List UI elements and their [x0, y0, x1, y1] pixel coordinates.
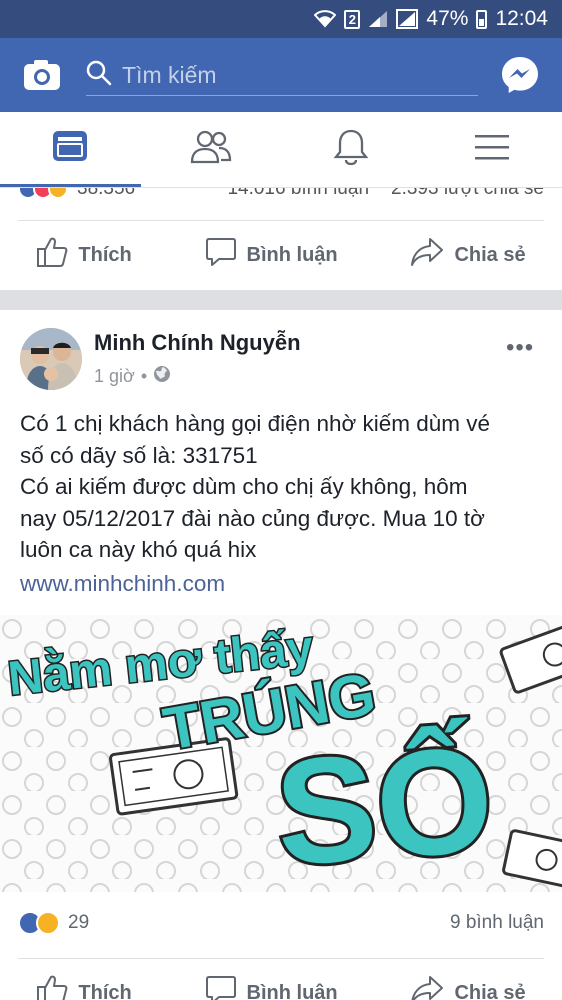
tab-menu[interactable]	[422, 112, 562, 187]
battery-percent: 47%	[426, 7, 469, 30]
post-stats: 29 9 bình luận	[18, 907, 544, 939]
clock: 12:04	[495, 7, 548, 30]
post-action-row: Thích Bình luận Chia sẻ	[0, 960, 562, 1000]
notifications-icon	[333, 128, 369, 171]
signal-icon	[368, 10, 388, 28]
tab-notifications[interactable]	[281, 112, 422, 187]
comment-label: Bình luận	[246, 981, 338, 1000]
comment-label: Bình luận	[246, 243, 338, 266]
comment-button[interactable]: Bình luận	[205, 975, 338, 1000]
like-button[interactable]: Thích	[36, 236, 132, 274]
friends-icon	[190, 129, 232, 170]
like-label: Thích	[78, 981, 132, 1000]
nav-tabs	[0, 112, 562, 188]
post-author[interactable]: Minh Chính Nguyễn	[94, 330, 301, 356]
divider	[18, 220, 544, 221]
reaction-summary[interactable]: 29	[18, 911, 89, 935]
news-feed-icon	[51, 129, 89, 168]
image-text-line3: SỐ	[271, 714, 499, 892]
status-bar: 2 47% 12:04	[0, 0, 562, 38]
prev-share-count[interactable]: 2.393 lượt chia sẻ	[391, 188, 544, 200]
feed-post: Minh Chính Nguyễn 1 giờ • ••• Có 1 chị k…	[0, 310, 562, 1000]
like-icon	[36, 236, 68, 274]
meta-separator-dot: •	[140, 366, 148, 386]
post-link[interactable]: www.minhchinh.com	[20, 571, 225, 597]
prev-action-row: Thích Bình luận Chia sẻ	[0, 222, 562, 288]
post-time[interactable]: 1 giờ	[94, 366, 135, 387]
post-text-line: số có dãy số là: 331751	[20, 442, 258, 468]
tab-news-feed[interactable]	[0, 112, 141, 187]
top-app-bar	[0, 38, 562, 112]
more-options-icon[interactable]: •••	[506, 334, 534, 362]
like-button[interactable]: Thích	[36, 974, 132, 1000]
globe-icon	[153, 365, 171, 388]
post-image[interactable]: Nằm mơ thấy TRÚNG SỐ	[0, 615, 562, 892]
comment-button[interactable]: Bình luận	[205, 237, 338, 273]
comment-count[interactable]: 9 bình luận	[450, 912, 544, 934]
share-label: Chia sẻ	[454, 981, 526, 1000]
comment-icon	[205, 237, 237, 273]
haha-reaction-icon	[36, 911, 60, 935]
share-button[interactable]: Chia sẻ	[410, 237, 526, 273]
prev-reaction-count[interactable]: 38.356	[77, 188, 135, 200]
signal-icon-2	[396, 9, 419, 29]
battery-icon	[476, 9, 488, 29]
comment-icon	[205, 975, 237, 1000]
like-label: Thích	[78, 243, 132, 266]
previous-post: 38.356 14.016 bình luận 2.393 lượt chia …	[0, 188, 562, 290]
divider	[18, 958, 544, 959]
post-text-line: Có ai kiếm được dùm cho chị ấy không, hô…	[20, 474, 468, 499]
post-text-line: luôn ca này khó quá hix	[20, 537, 257, 562]
tab-friends[interactable]	[141, 112, 282, 187]
post-text-line: Có 1 chị khách hàng gọi điện nhờ kiếm dù…	[20, 411, 491, 436]
sim-indicator: 2	[344, 9, 361, 29]
like-icon	[36, 974, 68, 1000]
avatar[interactable]	[20, 328, 82, 390]
search-input[interactable]	[122, 62, 462, 89]
camera-icon[interactable]	[22, 58, 62, 92]
reaction-count[interactable]: 29	[68, 912, 89, 934]
prev-comment-count[interactable]: 14.016 bình luận	[227, 188, 369, 200]
search-icon	[86, 60, 112, 91]
wifi-icon	[314, 10, 337, 28]
menu-icon	[474, 133, 510, 166]
post-meta: 1 giờ •	[94, 365, 171, 388]
reaction-icons	[18, 188, 68, 199]
share-label: Chia sẻ	[454, 243, 526, 266]
prev-post-stats: 38.356 14.016 bình luận 2.393 lượt chia …	[18, 188, 544, 206]
search-bar[interactable]	[86, 56, 478, 96]
post-text: Có 1 chị khách hàng gọi điện nhờ kiếm dù…	[20, 408, 548, 566]
share-icon	[410, 237, 444, 273]
share-icon	[410, 975, 444, 1000]
messenger-icon[interactable]	[500, 55, 540, 95]
share-button[interactable]: Chia sẻ	[410, 975, 526, 1000]
post-text-line: nay 05/12/2017 đài nào củng được. Mua 10…	[20, 505, 485, 531]
feed-separator	[0, 290, 562, 310]
